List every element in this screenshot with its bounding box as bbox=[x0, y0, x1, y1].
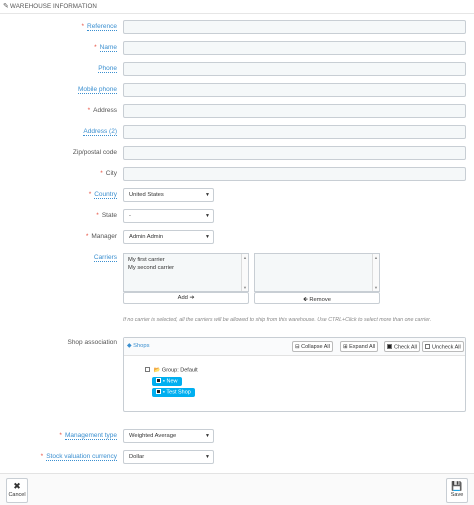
uncheck-all-button[interactable]: Uncheck All bbox=[422, 341, 464, 352]
caret-down-icon: ▼ bbox=[205, 234, 210, 240]
reference-label: * Reference bbox=[81, 23, 117, 31]
phone-label: Phone bbox=[98, 65, 117, 73]
mobile-phone-input[interactable] bbox=[123, 83, 466, 97]
caret-down-icon: ▼ bbox=[205, 192, 210, 198]
zip-row: Zip/postal code bbox=[0, 145, 474, 161]
check-all-button[interactable]: Check All bbox=[384, 341, 420, 352]
city-label: * City bbox=[100, 170, 117, 177]
carrier-option[interactable]: My second carrier bbox=[128, 265, 248, 272]
name-row: * Name bbox=[0, 40, 474, 56]
shops-tree-title: ◆ Shops bbox=[127, 343, 150, 349]
scroll-down-icon: ▼ bbox=[243, 285, 247, 290]
arrow-right-icon: ➔ bbox=[189, 295, 195, 301]
add-carrier-button[interactable]: Add ➔ bbox=[123, 292, 249, 304]
expand-icon: ⊞ bbox=[343, 344, 348, 350]
panel-heading: ✎ WAREHOUSE INFORMATION bbox=[0, 0, 474, 14]
city-input[interactable] bbox=[123, 167, 466, 181]
country-label: * Country bbox=[88, 191, 117, 199]
remove-carrier-button[interactable]: 🡸 Remove bbox=[254, 292, 380, 304]
shop-checkbox[interactable] bbox=[156, 378, 161, 383]
save-icon: 💾 bbox=[451, 481, 463, 491]
state-row: * State - ▼ bbox=[0, 208, 474, 224]
scroll-up-icon: ▲ bbox=[374, 255, 378, 260]
shop-node-new[interactable]: ▪ New bbox=[152, 377, 182, 386]
scrollbar[interactable]: ▲ ▼ bbox=[241, 254, 248, 291]
state-label: * State bbox=[96, 212, 117, 219]
manager-label: * Manager bbox=[85, 233, 117, 240]
country-row: * Country United States ▼ bbox=[0, 187, 474, 203]
caret-down-icon: ▼ bbox=[205, 433, 210, 439]
group-node[interactable]: 📂 Group: Default bbox=[145, 367, 198, 374]
carrier-option[interactable]: My first carrier bbox=[128, 257, 248, 264]
shop-node-test-shop[interactable]: ▪ Test Shop bbox=[152, 388, 195, 397]
carriers-label: Carriers bbox=[93, 254, 117, 262]
shop-icon: ▪ bbox=[163, 378, 165, 385]
city-row: * City bbox=[0, 166, 474, 182]
name-label: * Name bbox=[94, 44, 117, 52]
zip-label: Zip/postal code bbox=[72, 149, 117, 156]
address2-input[interactable] bbox=[123, 125, 466, 139]
carriers-hint: If no carrier is selected, all the carri… bbox=[123, 317, 432, 323]
name-input[interactable] bbox=[123, 41, 466, 55]
stock-currency-label: * Stock valuation currency bbox=[40, 453, 117, 461]
panel-title: WAREHOUSE INFORMATION bbox=[10, 3, 98, 10]
state-select[interactable]: - ▼ bbox=[123, 209, 214, 223]
checkbox-checked-icon bbox=[387, 344, 392, 349]
phone-input[interactable] bbox=[123, 62, 466, 76]
folder-open-icon: 📂 bbox=[153, 367, 161, 374]
shop-icon: ▪ bbox=[163, 389, 165, 396]
caret-down-icon: ▼ bbox=[205, 454, 210, 460]
management-type-select[interactable]: Weighted Average ▼ bbox=[123, 429, 214, 443]
scroll-up-icon: ▲ bbox=[243, 255, 247, 260]
mobile-phone-row: Mobile phone bbox=[0, 82, 474, 98]
group-checkbox[interactable] bbox=[145, 367, 150, 372]
checkbox-empty-icon bbox=[425, 344, 430, 349]
address-row: * Address bbox=[0, 103, 474, 119]
manager-select[interactable]: Admin Admin ▼ bbox=[123, 230, 214, 244]
close-icon: ✖ bbox=[13, 481, 21, 491]
scrollbar[interactable]: ▲ ▼ bbox=[372, 254, 379, 291]
manager-row: * Manager Admin Admin ▼ bbox=[0, 229, 474, 245]
address2-label: Address (2) bbox=[83, 128, 117, 136]
tag-icon: ◆ bbox=[127, 343, 132, 349]
pencil-icon: ✎ bbox=[3, 3, 9, 10]
collapse-all-button[interactable]: ⊟ Collapse All bbox=[292, 341, 333, 352]
collapse-icon: ⊟ bbox=[295, 344, 300, 350]
panel-footer: ✖ Cancel 💾 Save bbox=[0, 473, 474, 505]
country-select[interactable]: United States ▼ bbox=[123, 188, 214, 202]
caret-down-icon: ▼ bbox=[205, 213, 210, 219]
selected-carriers-list[interactable]: ▲ ▼ bbox=[254, 253, 380, 292]
cancel-button[interactable]: ✖ Cancel bbox=[6, 478, 28, 503]
arrow-left-icon: 🡸 bbox=[303, 297, 308, 303]
stock-currency-select[interactable]: Dollar ▼ bbox=[123, 450, 214, 464]
address-label: * Address bbox=[87, 107, 117, 114]
scroll-down-icon: ▼ bbox=[374, 285, 378, 290]
shop-checkbox[interactable] bbox=[156, 389, 161, 394]
zip-input[interactable] bbox=[123, 146, 466, 160]
management-type-row: * Management type Weighted Average ▼ bbox=[0, 428, 474, 444]
shop-association-label: Shop association bbox=[67, 339, 117, 346]
address2-row: Address (2) bbox=[0, 124, 474, 140]
address-input[interactable] bbox=[123, 104, 466, 118]
reference-row: * Reference bbox=[0, 19, 474, 35]
stock-currency-row: * Stock valuation currency Dollar ▼ bbox=[0, 449, 474, 465]
mobile-phone-label: Mobile phone bbox=[77, 86, 117, 94]
available-carriers-list[interactable]: My first carrier My second carrier ▲ ▼ bbox=[123, 253, 249, 292]
reference-input[interactable] bbox=[123, 20, 466, 34]
expand-all-button[interactable]: ⊞ Expand All bbox=[340, 341, 379, 352]
phone-row: Phone bbox=[0, 61, 474, 77]
shop-tree: ◆ Shops ⊟ Collapse All ⊞ Expand All Chec… bbox=[123, 337, 466, 412]
shop-tree-toolbar: ◆ Shops ⊟ Collapse All ⊞ Expand All Chec… bbox=[124, 338, 465, 356]
save-button[interactable]: 💾 Save bbox=[446, 478, 468, 503]
management-type-label: * Management type bbox=[59, 432, 117, 440]
